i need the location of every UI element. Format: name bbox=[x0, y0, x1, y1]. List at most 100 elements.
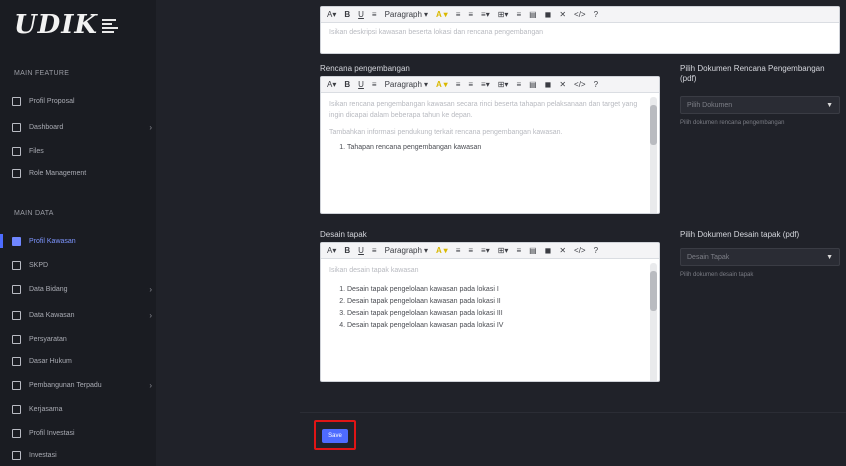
paragraph-dropdown[interactable]: Paragraph ▾ bbox=[385, 246, 428, 255]
table-button[interactable]: ⊞▾ bbox=[498, 246, 509, 255]
sidebar-item-label: Dasar Hukum bbox=[29, 357, 72, 365]
grid-icon bbox=[12, 404, 21, 414]
chevron-right-icon: › bbox=[149, 380, 152, 390]
table-button[interactable]: ⊞▾ bbox=[498, 80, 509, 89]
sidebar-item-label: Investasi bbox=[29, 451, 57, 459]
editor-scrollbar[interactable] bbox=[650, 263, 657, 381]
list-item: Desain tapak pengelolaan kawasan pada lo… bbox=[347, 296, 651, 307]
sidebar-item-data-bidang[interactable]: Data Bidang › bbox=[12, 282, 152, 296]
highlight-button[interactable]: A ▾ bbox=[436, 80, 448, 89]
paragraph-dropdown[interactable]: Paragraph ▾ bbox=[385, 10, 428, 19]
underline-button[interactable]: U bbox=[358, 246, 364, 255]
sidebar-item-label: Kerjasama bbox=[29, 405, 63, 413]
rencana-helper-text: Pilih dokumen rencana pengembangan bbox=[680, 120, 785, 126]
list-ol-button[interactable]: ≡ bbox=[468, 80, 473, 89]
chevron-right-icon: › bbox=[149, 284, 152, 294]
align-button[interactable]: ≡▾ bbox=[481, 246, 490, 255]
sidebar-item-dasar-hukum[interactable]: Dasar Hukum bbox=[12, 354, 152, 368]
active-indicator bbox=[0, 234, 3, 248]
sidebar-item-kerjasama[interactable]: Kerjasama bbox=[12, 402, 152, 416]
save-button[interactable]: Save bbox=[322, 429, 348, 443]
rencana-editor-content[interactable]: Isikan rencana pengembangan kawasan seca… bbox=[321, 93, 659, 213]
help-button[interactable]: ? bbox=[594, 80, 598, 89]
strikethrough-button[interactable]: ≡ bbox=[372, 80, 377, 89]
font-style-button[interactable]: A▾ bbox=[327, 10, 336, 19]
highlight-button[interactable]: A ▾ bbox=[436, 10, 448, 19]
fullscreen-button[interactable]: ✕ bbox=[559, 80, 566, 89]
bold-button[interactable]: B bbox=[344, 10, 350, 19]
link-button[interactable]: ≡ bbox=[516, 246, 521, 255]
code-view-button[interactable]: </> bbox=[574, 246, 586, 255]
logo-text: UDIK bbox=[14, 10, 98, 40]
sidebar-item-profil-proposal[interactable]: Profil Proposal bbox=[12, 94, 152, 108]
image-button[interactable]: ▤ bbox=[529, 10, 537, 19]
sidebar-item-skpd[interactable]: SKPD bbox=[12, 258, 152, 272]
code-view-button[interactable]: </> bbox=[574, 10, 586, 19]
sidebar-item-role-management[interactable]: Role Management bbox=[12, 166, 152, 180]
sidebar-item-label: Data Bidang bbox=[29, 285, 68, 293]
video-button[interactable]: ◼ bbox=[545, 80, 552, 89]
fullscreen-button[interactable]: ✕ bbox=[559, 10, 566, 19]
list-ul-button[interactable]: ≡ bbox=[456, 246, 461, 255]
font-style-button[interactable]: A▾ bbox=[327, 80, 336, 89]
desain-helper-text: Pilih dokumen desain tapak bbox=[680, 272, 754, 278]
caret-down-icon: ▼ bbox=[826, 253, 833, 261]
code-view-button[interactable]: </> bbox=[574, 80, 586, 89]
video-button[interactable]: ◼ bbox=[545, 246, 552, 255]
help-button[interactable]: ? bbox=[594, 246, 598, 255]
bold-button[interactable]: B bbox=[344, 246, 350, 255]
table-button[interactable]: ⊞▾ bbox=[498, 10, 509, 19]
list-ol-button[interactable]: ≡ bbox=[468, 10, 473, 19]
list-ul-button[interactable]: ≡ bbox=[456, 10, 461, 19]
sidebar-item-investasi[interactable]: Investasi bbox=[12, 448, 152, 462]
image-button[interactable]: ▤ bbox=[529, 80, 537, 89]
editor-scrollbar[interactable] bbox=[650, 97, 657, 213]
sidebar-section-label: MAIN DATA bbox=[14, 210, 54, 217]
list-item: Tahapan rencana pengembangan kawasan bbox=[347, 142, 651, 153]
sidebar-section-label: MAIN FEATURE bbox=[14, 70, 70, 77]
logo[interactable]: UDIK bbox=[14, 10, 118, 40]
paragraph-dropdown[interactable]: Paragraph ▾ bbox=[385, 80, 428, 89]
list-item: Desain tapak pengelolaan kawasan pada lo… bbox=[347, 284, 651, 295]
sidebar-item-persyaratan[interactable]: Persyaratan bbox=[12, 332, 152, 346]
highlight-button[interactable]: A ▾ bbox=[436, 246, 448, 255]
desain-file-select[interactable]: Desain Tapak ▼ bbox=[680, 248, 840, 266]
grid-icon bbox=[12, 334, 21, 344]
desain-editor-content[interactable]: Isikan desain tapak kawasan Desain tapak… bbox=[321, 259, 659, 381]
grid-icon bbox=[12, 310, 21, 320]
grid-icon bbox=[12, 356, 21, 366]
sidebar-item-label: Profil Kawasan bbox=[29, 237, 76, 245]
description-editor[interactable]: A▾ B U ≡ Paragraph ▾ A ▾ ≡ ≡ ≡▾ ⊞▾ ≡ ▤ ◼… bbox=[320, 6, 840, 54]
editor-toolbar: A▾ B U ≡ Paragraph ▾ A ▾ ≡ ≡ ≡▾ ⊞▾ ≡ ▤ ◼… bbox=[321, 77, 659, 93]
font-style-button[interactable]: A▾ bbox=[327, 246, 336, 255]
link-button[interactable]: ≡ bbox=[516, 80, 521, 89]
select-value: Desain Tapak bbox=[687, 253, 730, 261]
underline-button[interactable]: U bbox=[358, 10, 364, 19]
align-button[interactable]: ≡▾ bbox=[481, 10, 490, 19]
list-ol-button[interactable]: ≡ bbox=[468, 246, 473, 255]
rencana-file-select[interactable]: Pilih Dokumen ▼ bbox=[680, 96, 840, 114]
video-button[interactable]: ◼ bbox=[545, 10, 552, 19]
grid-icon bbox=[12, 260, 21, 270]
strikethrough-button[interactable]: ≡ bbox=[372, 246, 377, 255]
fullscreen-button[interactable]: ✕ bbox=[559, 246, 566, 255]
sidebar-item-dashboard[interactable]: Dashboard › bbox=[12, 120, 152, 134]
list-ul-button[interactable]: ≡ bbox=[456, 80, 461, 89]
sidebar-item-data-kawasan[interactable]: Data Kawasan › bbox=[12, 308, 152, 322]
bold-button[interactable]: B bbox=[344, 80, 350, 89]
underline-button[interactable]: U bbox=[358, 80, 364, 89]
sidebar-item-profil-investasi[interactable]: Profil Investasi bbox=[12, 426, 152, 440]
sidebar-item-files[interactable]: Files bbox=[12, 144, 152, 158]
list-item: Desain tapak pengelolaan kawasan pada lo… bbox=[347, 308, 651, 319]
sidebar-item-pembangunan-terpadu[interactable]: Pembangunan Terpadu › bbox=[12, 378, 152, 392]
sidebar-item-label: Pembangunan Terpadu bbox=[29, 381, 102, 389]
sidebar-item-profil-kawasan[interactable]: Profil Kawasan bbox=[12, 234, 152, 248]
desain-editor[interactable]: A▾ B U ≡ Paragraph ▾ A ▾ ≡ ≡ ≡▾ ⊞▾ ≡ ▤ ◼… bbox=[320, 242, 660, 382]
rencana-editor[interactable]: A▾ B U ≡ Paragraph ▾ A ▾ ≡ ≡ ≡▾ ⊞▾ ≡ ▤ ◼… bbox=[320, 76, 660, 214]
align-button[interactable]: ≡▾ bbox=[481, 80, 490, 89]
help-button[interactable]: ? bbox=[594, 10, 598, 19]
description-editor-content[interactable]: Isikan deskripsi kawasan beserta lokasi … bbox=[321, 23, 839, 43]
strikethrough-button[interactable]: ≡ bbox=[372, 10, 377, 19]
image-button[interactable]: ▤ bbox=[529, 246, 537, 255]
link-button[interactable]: ≡ bbox=[516, 10, 521, 19]
